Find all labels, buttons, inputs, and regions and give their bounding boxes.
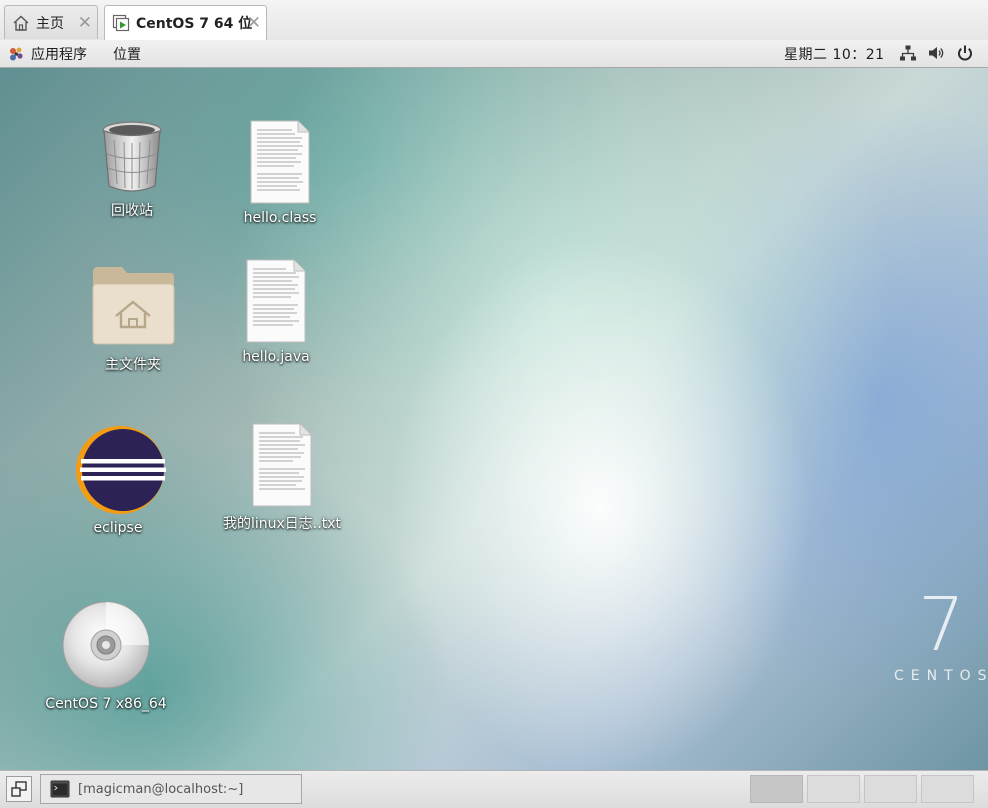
desktop-icon-linux-log[interactable]: 我的linux日志..txt — [220, 423, 344, 533]
document-icon — [250, 120, 310, 204]
applications-menu[interactable]: 应用程序 — [7, 44, 87, 64]
network-icon[interactable] — [899, 44, 917, 62]
gnome-foot-icon — [10, 47, 23, 61]
desktop-icon-label: 我的linux日志..txt — [223, 516, 341, 532]
tab-home-label: 主页 — [36, 15, 64, 32]
tab-home[interactable]: 主页 ✕ — [4, 5, 98, 39]
home-icon — [13, 15, 29, 31]
bottom-panel: [magicman@localhost:~] — [0, 770, 988, 808]
taskbar-window-terminal[interactable]: [magicman@localhost:~] — [40, 774, 302, 804]
centos-brand-text: CENTOS — [894, 668, 988, 684]
workspace-3[interactable] — [864, 775, 917, 803]
desktop-icon-label: eclipse — [93, 520, 143, 536]
home-folder-icon — [92, 267, 175, 345]
desktop-icon-label: hello.class — [243, 210, 317, 226]
workspace-1[interactable] — [750, 775, 803, 803]
top-panel: 应用程序 位置 星期二 10：21 — [0, 40, 988, 68]
clock[interactable]: 星期二 10：21 — [784, 44, 885, 64]
terminal-icon — [50, 780, 70, 798]
tab-vm[interactable]: CentOS 7 64 位 ✕ — [104, 5, 267, 40]
disc-icon — [62, 601, 150, 689]
places-menu-label: 位置 — [113, 47, 141, 63]
power-icon[interactable] — [956, 44, 974, 62]
desktop-icon-label: CentOS 7 x86_64 — [45, 696, 167, 712]
close-icon[interactable]: ✕ — [78, 13, 92, 33]
desktop-icon-label: 回收站 — [111, 203, 153, 219]
workspace-2[interactable] — [807, 775, 860, 803]
eclipse-icon — [76, 426, 166, 514]
places-menu[interactable]: 位置 — [113, 44, 141, 64]
volume-icon[interactable] — [927, 44, 945, 62]
show-desktop-icon — [11, 781, 27, 797]
document-icon — [246, 259, 306, 343]
tab-bar: 主页 ✕ CentOS 7 64 位 ✕ — [0, 0, 988, 41]
taskbar-window-title: [magicman@localhost:~] — [78, 781, 244, 797]
tab-vm-label: CentOS 7 64 位 — [136, 16, 253, 32]
workspace-4[interactable] — [921, 775, 974, 803]
desktop-icon-label: hello.java — [242, 349, 310, 365]
desktop-icon-eclipse[interactable]: eclipse — [70, 426, 166, 536]
desktop-icon-home-folder[interactable]: 主文件夹 — [88, 264, 178, 374]
vm-icon — [112, 14, 130, 32]
centos-brand-number: 7 — [918, 582, 966, 668]
close-icon[interactable]: ✕ — [247, 13, 261, 33]
desktop[interactable]: 回收站 hello.class 主文件夹 hello.java eclipse … — [0, 68, 988, 770]
desktop-icon-hello-java[interactable]: hello.java — [232, 259, 320, 365]
desktop-icon-centos-disc[interactable]: CentOS 7 x86_64 — [44, 600, 168, 712]
desktop-icon-label: 主文件夹 — [105, 357, 161, 373]
trash-icon — [102, 121, 162, 192]
applications-menu-label: 应用程序 — [31, 47, 87, 63]
desktop-icon-trash[interactable]: 回收站 — [92, 118, 172, 220]
desktop-icon-hello-class[interactable]: hello.class — [238, 120, 322, 226]
show-desktop-button[interactable] — [6, 776, 32, 802]
document-icon — [252, 423, 312, 507]
